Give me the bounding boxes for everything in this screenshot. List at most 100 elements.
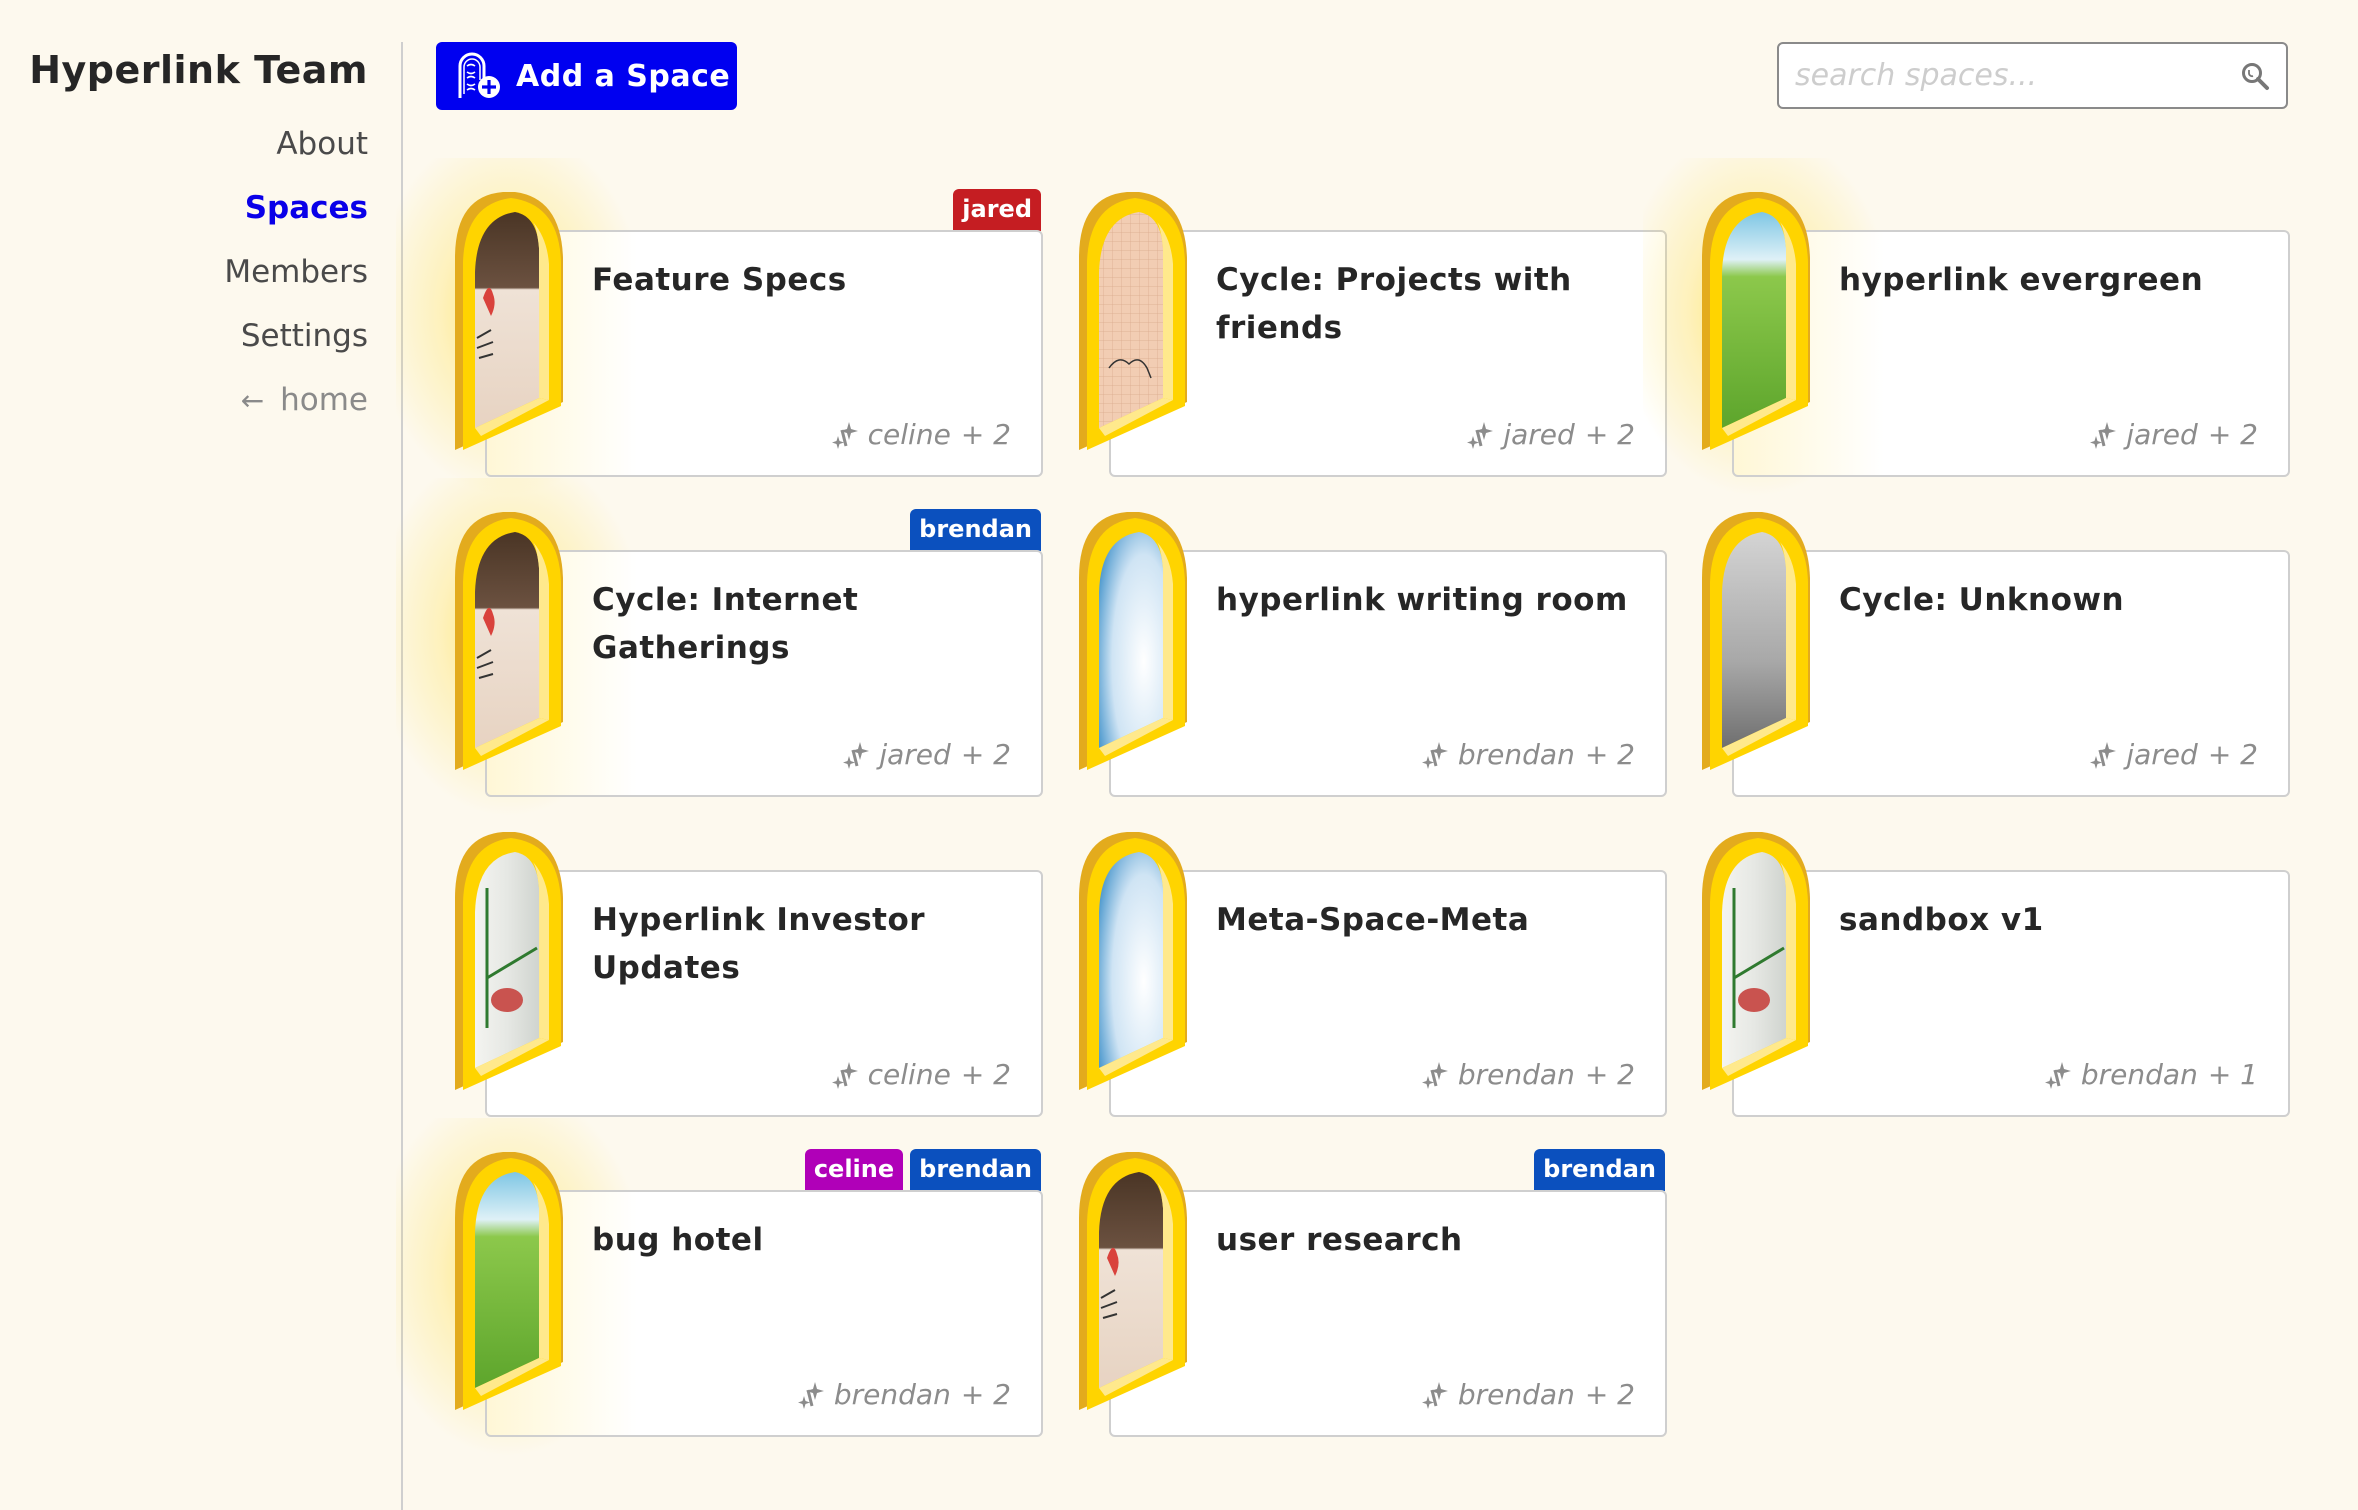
space-card-cycle-unknown[interactable]: Cycle: Unknown jared + 2 — [1683, 498, 2303, 818]
sparkle-icon — [2090, 741, 2117, 769]
door-window — [1099, 1172, 1163, 1388]
owner-name: jared — [879, 738, 951, 771]
member-badge[interactable]: brendan — [910, 1149, 1041, 1191]
sparkle-icon — [831, 1061, 858, 1089]
add-space-button[interactable]: Add a Space — [436, 42, 737, 110]
space-card-feature-specs[interactable]: jared Feature Specs celine + 2 — [396, 158, 1056, 498]
space-card-cycle-internet-gatherings[interactable]: brendan Cycle: Internet Gatherings jared… — [396, 478, 1056, 818]
member-count: + 2 — [960, 1378, 1011, 1411]
sidebar-item-members[interactable]: Members — [224, 250, 368, 314]
magnifier-icon[interactable] — [2240, 61, 2270, 91]
sparkle-icon — [1421, 1381, 1448, 1409]
door-window — [1099, 852, 1163, 1068]
space-card-sandbox-v1[interactable]: sandbox v1 brendan + 1 — [1683, 818, 2303, 1138]
space-members: brendan + 2 — [797, 1378, 1011, 1411]
sparkle-icon — [1421, 1061, 1448, 1089]
space-card-bug-hotel[interactable]: celine brendan bug hotel brendan + 2 — [396, 1118, 1056, 1458]
space-card-meta-space-meta[interactable]: Meta-Space-Meta brendan + 2 — [1060, 818, 1680, 1138]
member-count: + 2 — [1584, 738, 1635, 771]
space-members: brendan + 2 — [1421, 738, 1635, 771]
space-card-user-research[interactable]: brendan user research brendan + 2 — [1060, 1138, 1680, 1458]
sidebar-nav: About Spaces Members Settings ← home — [224, 122, 368, 442]
owner-name: jared — [1503, 418, 1575, 451]
door-window — [1099, 212, 1163, 428]
space-members: celine + 2 — [831, 1058, 1011, 1091]
door-window — [475, 212, 539, 428]
space-card-body: Cycle: Unknown jared + 2 — [1732, 550, 2290, 797]
space-card-body: hyperlink evergreen jared + 2 — [1732, 230, 2290, 477]
space-card-body: user research brendan + 2 — [1109, 1190, 1667, 1437]
member-badges: celine brendan — [804, 1149, 1041, 1191]
owner-name: celine — [867, 418, 951, 451]
space-card-body: Meta-Space-Meta brendan + 2 — [1109, 870, 1667, 1117]
space-title: hyperlink evergreen — [1839, 262, 2204, 298]
space-members: jared + 2 — [2090, 418, 2258, 451]
space-title: hyperlink writing room — [1216, 582, 1628, 618]
door-window — [1722, 212, 1786, 428]
sidebar-item-home[interactable]: ← home — [224, 378, 368, 442]
space-card-body: hyperlink writing room brendan + 2 — [1109, 550, 1667, 797]
owner-name: brendan — [1457, 1058, 1575, 1091]
space-title: bug hotel — [592, 1222, 764, 1258]
member-badges: brendan — [1534, 1149, 1665, 1191]
door-plus-icon — [458, 52, 500, 98]
door-icon — [1079, 832, 1187, 1090]
home-link-label: home — [280, 382, 368, 418]
space-card-cycle-projects-with-friends[interactable]: Cycle: Projects with friends jared + 2 — [1060, 178, 1680, 498]
space-title: Cycle: Internet Gatherings — [592, 582, 859, 666]
sidebar-item-spaces[interactable]: Spaces — [224, 186, 368, 250]
door-icon — [1702, 512, 1810, 770]
space-title: Feature Specs — [592, 262, 847, 298]
space-card-body: Hyperlink Investor Updates celine + 2 — [485, 870, 1043, 1117]
owner-name: brendan — [1457, 1378, 1575, 1411]
member-count: + 2 — [1584, 1378, 1635, 1411]
door-icon — [1079, 1152, 1187, 1410]
member-badge[interactable]: brendan — [910, 509, 1041, 551]
space-members: brendan + 2 — [1421, 1378, 1635, 1411]
space-members: jared + 2 — [843, 738, 1011, 771]
sparkle-icon — [2090, 421, 2117, 449]
member-count: + 2 — [960, 738, 1011, 771]
owner-name: brendan — [1457, 738, 1575, 771]
member-badges: jared — [953, 189, 1041, 231]
door-icon — [1079, 192, 1187, 450]
search-input[interactable] — [1779, 58, 2240, 93]
door-icon — [455, 512, 563, 770]
owner-name: brendan — [833, 1378, 951, 1411]
sparkle-icon — [843, 741, 870, 769]
owner-name: brendan — [2080, 1058, 2198, 1091]
space-title: Meta-Space-Meta — [1216, 902, 1530, 938]
sparkle-icon — [2044, 1061, 2071, 1089]
space-title: user research — [1216, 1222, 1463, 1258]
space-members: jared + 2 — [2090, 738, 2258, 771]
door-window — [475, 852, 539, 1068]
space-card-hyperlink-evergreen[interactable]: hyperlink evergreen jared + 2 — [1643, 158, 2303, 498]
owner-name: jared — [2126, 738, 2198, 771]
door-icon — [1702, 192, 1810, 450]
door-window — [475, 1172, 539, 1388]
member-count: + 2 — [1584, 418, 1635, 451]
door-icon — [1702, 832, 1810, 1090]
member-count: + 2 — [960, 1058, 1011, 1091]
team-title: Hyperlink Team — [29, 48, 368, 92]
arrow-left-icon: ← — [240, 384, 265, 417]
member-badges: brendan — [910, 509, 1041, 551]
sidebar-item-settings[interactable]: Settings — [224, 314, 368, 378]
member-badge[interactable]: brendan — [1534, 1149, 1665, 1191]
space-card-hyperlink-writing-room[interactable]: hyperlink writing room brendan + 2 — [1060, 498, 1680, 818]
owner-name: celine — [867, 1058, 951, 1091]
add-space-label: Add a Space — [516, 58, 731, 94]
space-title: Cycle: Unknown — [1839, 582, 2125, 618]
member-badge[interactable]: jared — [953, 189, 1041, 231]
sidebar-item-about[interactable]: About — [224, 122, 368, 186]
search-box — [1777, 42, 2288, 109]
space-title: Cycle: Projects with friends — [1216, 262, 1572, 346]
space-card-body: Feature Specs celine + 2 — [485, 230, 1043, 477]
space-card-hyperlink-investor-updates[interactable]: Hyperlink Investor Updates celine + 2 — [436, 818, 1056, 1138]
door-icon — [455, 832, 563, 1090]
owner-name: jared — [2126, 418, 2198, 451]
sparkle-icon — [1467, 421, 1494, 449]
space-title: Hyperlink Investor Updates — [592, 902, 926, 986]
member-badge[interactable]: celine — [804, 1149, 904, 1191]
space-title: sandbox v1 — [1839, 902, 2044, 938]
